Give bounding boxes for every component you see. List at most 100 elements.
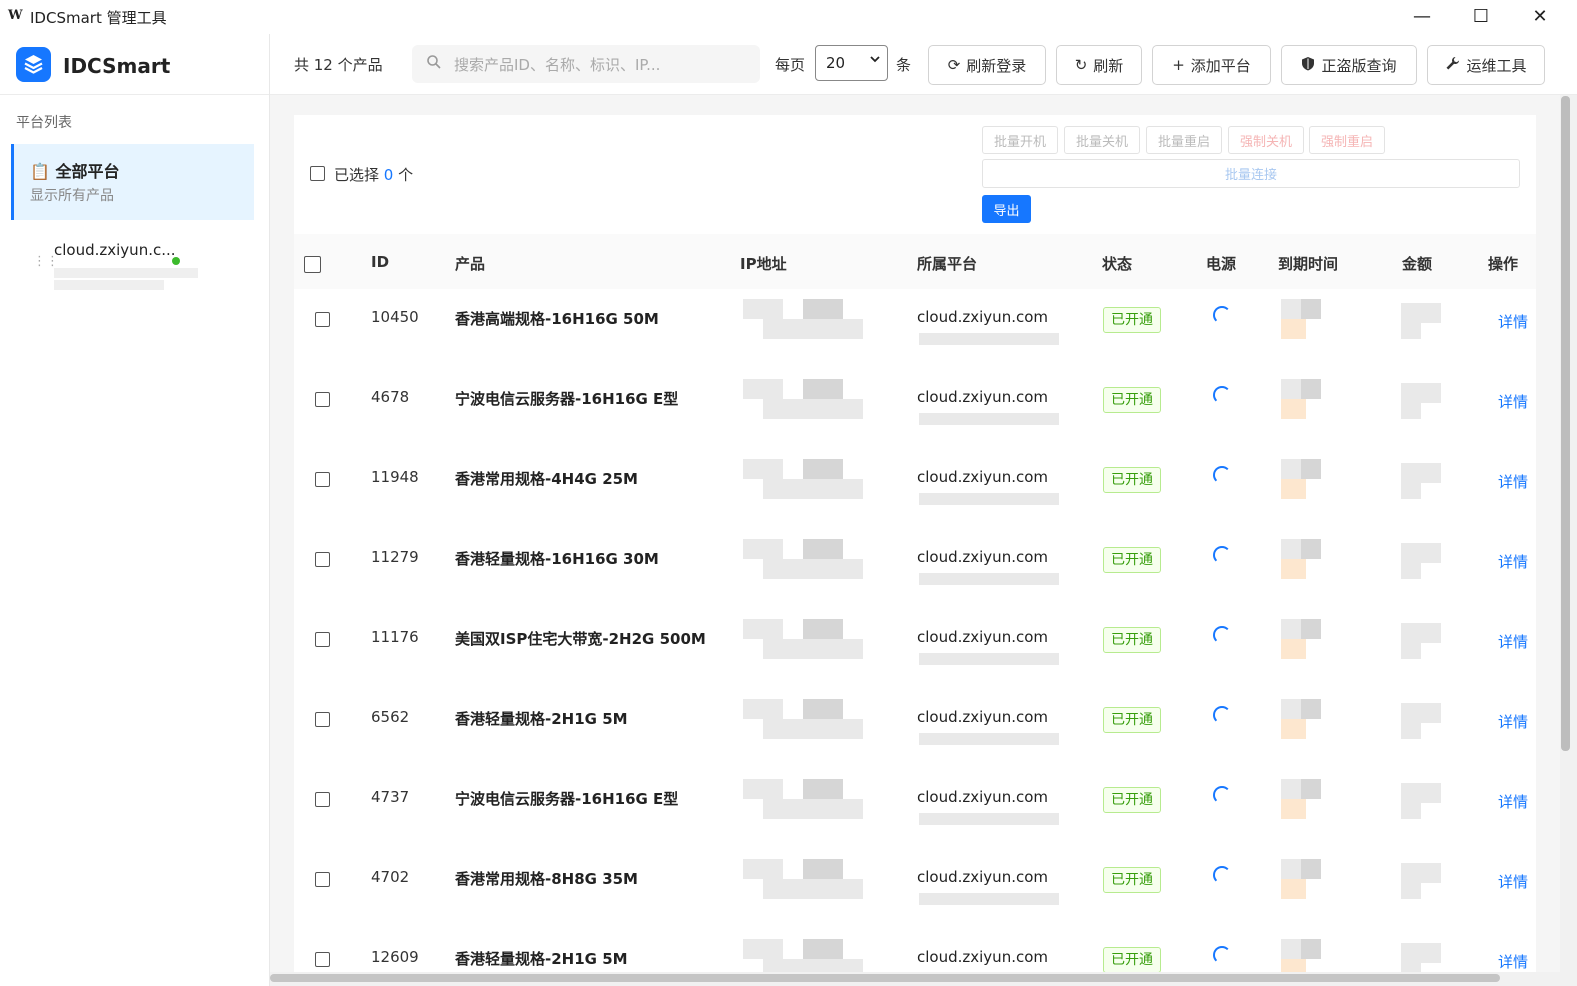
detail-link[interactable]: 详情 (1498, 871, 1528, 892)
redacted-date (1281, 939, 1301, 959)
brand-header: IDCSmart (0, 34, 269, 95)
redacted-amount (1401, 563, 1421, 579)
brand-name: IDCSmart (63, 54, 171, 78)
export-button[interactable]: 导出 (982, 195, 1031, 223)
row-checkbox[interactable] (315, 472, 330, 487)
search-input[interactable] (452, 45, 756, 85)
table-row: 11279 香港轻量规格-16H16G 30M cloud.zxiyun.com 已开… (294, 529, 1536, 610)
product-count: 共 12 个产品 (294, 56, 383, 74)
detail-link[interactable]: 详情 (1498, 551, 1528, 572)
table-row: 6562 香港轻量规格-2H1G 5M cloud.zxiyun.com 已开通 详情 (294, 689, 1536, 770)
force-reboot-button[interactable]: 强制重启 (1309, 126, 1385, 154)
row-checkbox[interactable] (315, 952, 330, 967)
redacted-date (1281, 799, 1306, 819)
row-checkbox[interactable] (315, 872, 330, 887)
detail-link[interactable]: 详情 (1498, 471, 1528, 492)
status-badge: 已开通 (1103, 627, 1161, 653)
status-badge: 已开通 (1103, 307, 1161, 333)
batch-power-off-button[interactable]: 批量关机 (1064, 126, 1140, 154)
detail-link[interactable]: 详情 (1498, 311, 1528, 332)
redacted-ip (763, 719, 863, 739)
force-power-off-button[interactable]: 强制关机 (1228, 126, 1304, 154)
search-box[interactable] (412, 45, 760, 85)
row-checkbox[interactable] (315, 632, 330, 647)
loading-spinner-icon (1213, 866, 1231, 884)
platform-name: cloud.zxiyun.c... (54, 241, 176, 259)
refresh-button[interactable]: ↻ 刷新 (1056, 45, 1142, 85)
col-ip: IP地址 (740, 255, 787, 273)
row-id: 4702 (371, 868, 410, 886)
col-power: 电源 (1206, 255, 1237, 273)
status-badge: 已开通 (1103, 547, 1161, 573)
per-page-label: 每页 (775, 56, 806, 74)
redacted-date (1301, 539, 1321, 559)
row-platform: cloud.zxiyun.com (917, 868, 1049, 886)
row-checkbox[interactable] (315, 312, 330, 327)
vertical-scroll-thumb[interactable] (1561, 96, 1570, 751)
redacted-amount (1401, 703, 1441, 723)
row-product: 香港常用规格-8H8G 35M (455, 870, 638, 888)
col-platform: 所属平台 (917, 255, 978, 273)
status-badge: 已开通 (1103, 947, 1161, 973)
license-check-button[interactable]: 正盗版查询 (1281, 45, 1417, 85)
redacted-text (919, 573, 1059, 585)
batch-power-on-button[interactable]: 批量开机 (982, 126, 1058, 154)
detail-link[interactable]: 详情 (1498, 631, 1528, 652)
reload-icon: ↻ (1074, 56, 1088, 74)
header-checkbox[interactable] (304, 256, 321, 273)
loading-spinner-icon (1213, 946, 1231, 964)
add-platform-button[interactable]: + 添加平台 (1152, 45, 1271, 85)
detail-link[interactable]: 详情 (1498, 391, 1528, 412)
sidebar-item-platform[interactable]: ⋮⋮ cloud.zxiyun.c... (11, 234, 254, 300)
minimize-button[interactable]: — (1402, 4, 1442, 30)
redacted-ip (743, 699, 783, 719)
redacted-date (1301, 939, 1321, 959)
batch-reboot-button[interactable]: 批量重启 (1146, 126, 1222, 154)
maximize-button[interactable]: ☐ (1461, 4, 1501, 30)
sidebar-item-all-platforms[interactable]: 📋 全部平台 显示所有产品 (11, 144, 254, 220)
per-page-select[interactable]: 20 (815, 45, 888, 81)
row-checkbox[interactable] (315, 392, 330, 407)
redacted-date (1281, 459, 1301, 479)
redacted-text (919, 413, 1059, 425)
close-button[interactable]: ✕ (1520, 4, 1560, 30)
row-checkbox[interactable] (315, 712, 330, 727)
row-checkbox[interactable] (315, 552, 330, 567)
redacted-ip (743, 299, 783, 319)
ops-tools-button[interactable]: 运维工具 (1427, 45, 1545, 85)
batch-connect-button[interactable]: 批量连接 (982, 159, 1520, 188)
redacted-text (54, 280, 164, 290)
redacted-amount (1401, 403, 1421, 419)
col-amount: 金额 (1402, 255, 1433, 273)
redacted-ip (743, 539, 783, 559)
horizontal-scroll-thumb[interactable] (270, 974, 1500, 982)
redacted-ip (763, 319, 863, 339)
row-product: 香港轻量规格-16H16G 30M (455, 550, 659, 568)
clipboard-icon: 📋 (30, 162, 50, 181)
redacted-date (1301, 859, 1321, 879)
status-badge: 已开通 (1103, 387, 1161, 413)
status-badge: 已开通 (1103, 707, 1161, 733)
redacted-date (1281, 699, 1301, 719)
redacted-date (1301, 779, 1321, 799)
redacted-date (1281, 859, 1301, 879)
row-id: 11948 (371, 468, 419, 486)
row-checkbox[interactable] (315, 792, 330, 807)
refresh-login-button[interactable]: ⟳ 刷新登录 (928, 45, 1046, 85)
redacted-ip (763, 479, 863, 499)
redacted-ip (743, 619, 783, 639)
redacted-ip (743, 379, 783, 399)
detail-link[interactable]: 详情 (1498, 951, 1528, 972)
per-page-value: 20 (826, 54, 846, 72)
select-all-checkbox[interactable] (310, 166, 325, 181)
redacted-date (1301, 459, 1321, 479)
redacted-ip (743, 459, 783, 479)
detail-link[interactable]: 详情 (1498, 711, 1528, 732)
shield-icon (1301, 56, 1315, 75)
status-badge: 已开通 (1103, 467, 1161, 493)
loading-spinner-icon (1213, 306, 1231, 324)
detail-link[interactable]: 详情 (1498, 791, 1528, 812)
redacted-ip (803, 459, 843, 479)
row-id: 4678 (371, 388, 410, 406)
redacted-text (54, 268, 198, 278)
